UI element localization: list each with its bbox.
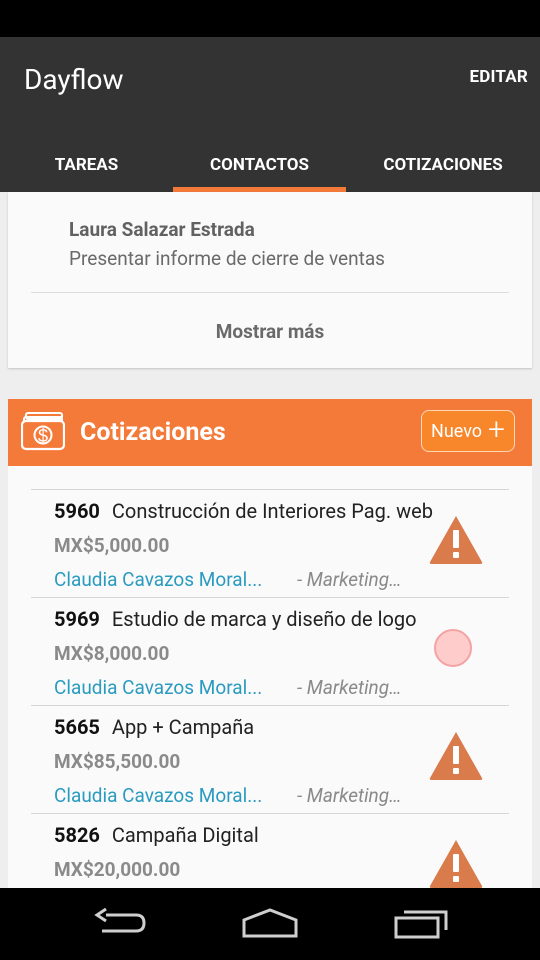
quote-row[interactable]: 5960 Construcción de Interiores Pag. web … — [31, 489, 509, 598]
app-title: Dayflow — [24, 63, 124, 96]
show-more-button[interactable]: Mostrar más — [8, 320, 532, 343]
quote-number: 5960 — [54, 499, 100, 523]
quote-department: - Marketing… — [297, 568, 402, 591]
contact-card: Laura Salazar Estrada Presentar informe … — [8, 192, 532, 368]
quote-department: - Marketing… — [297, 676, 402, 699]
new-quote-label: Nuevo — [431, 420, 483, 442]
quote-client-link[interactable]: Claudia Cavazos Moral... — [54, 676, 262, 699]
quote-client-link[interactable]: Claudia Cavazos Moral... — [54, 568, 262, 591]
edit-button[interactable]: EDITAR — [469, 67, 528, 87]
pending-dot-icon — [434, 629, 472, 667]
tab-cotizaciones[interactable]: COTIZACIONES — [346, 137, 540, 192]
quote-title-line: 5969 Estudio de marca y diseño de logo — [54, 607, 417, 631]
quote-title-line: 5665 App + Campaña — [54, 715, 254, 739]
quote-amount: MX$8,000.00 — [54, 642, 170, 665]
contact-name[interactable]: Laura Salazar Estrada — [69, 218, 255, 241]
tab-bar: TAREAS CONTACTOS COTIZACIONES — [0, 137, 540, 192]
divider — [31, 292, 509, 293]
quotes-header: $ Cotizaciones Nuevo + — [8, 399, 532, 466]
warning-icon — [429, 516, 483, 564]
quote-department: - Marketing… — [297, 784, 402, 807]
home-icon[interactable] — [240, 906, 300, 940]
quote-title: Estudio de marca y diseño de logo — [111, 607, 417, 631]
warning-icon — [429, 840, 483, 888]
contact-task[interactable]: Presentar informe de cierre de ventas — [69, 247, 385, 270]
tab-tareas[interactable]: TAREAS — [0, 137, 173, 192]
quote-title: Construcción de Interiores Pag. web — [111, 499, 433, 523]
new-quote-button[interactable]: Nuevo + — [421, 410, 515, 452]
quote-client-link[interactable]: Claudia Cavazos Moral... — [54, 784, 262, 807]
quote-title-line: 5826 Campaña Digital — [54, 823, 259, 847]
quote-amount: MX$5,000.00 — [54, 534, 170, 557]
navigation-bar — [0, 888, 540, 960]
quote-row[interactable]: 5665 App + Campaña MX$85,500.00 Claudia C… — [31, 705, 509, 814]
status-bar — [0, 0, 540, 37]
warning-icon — [429, 732, 483, 780]
app-bar: Dayflow EDITAR TAREAS CONTACTOS COTIZACI… — [0, 37, 540, 192]
quote-title: App + Campaña — [111, 715, 255, 739]
quotes-title: Cotizaciones — [80, 418, 226, 447]
tab-contactos[interactable]: CONTACTOS — [173, 137, 346, 192]
plus-icon: + — [488, 412, 505, 447]
quote-number: 5826 — [54, 823, 100, 847]
quote-row[interactable]: 5969 Estudio de marca y diseño de logo MX… — [31, 597, 509, 706]
recents-icon[interactable] — [392, 906, 450, 940]
quotes-card: $ Cotizaciones Nuevo + 5960 Construcción … — [8, 399, 532, 899]
back-icon[interactable] — [92, 906, 148, 940]
quote-number: 5665 — [54, 715, 100, 739]
quote-amount: MX$85,500.00 — [54, 750, 181, 773]
quote-amount: MX$20,000.00 — [54, 858, 181, 881]
quote-title-line: 5960 Construcción de Interiores Pag. web — [54, 499, 433, 523]
quote-number: 5969 — [54, 607, 100, 631]
quote-title: Campaña Digital — [111, 823, 259, 847]
money-icon: $ — [21, 412, 65, 451]
